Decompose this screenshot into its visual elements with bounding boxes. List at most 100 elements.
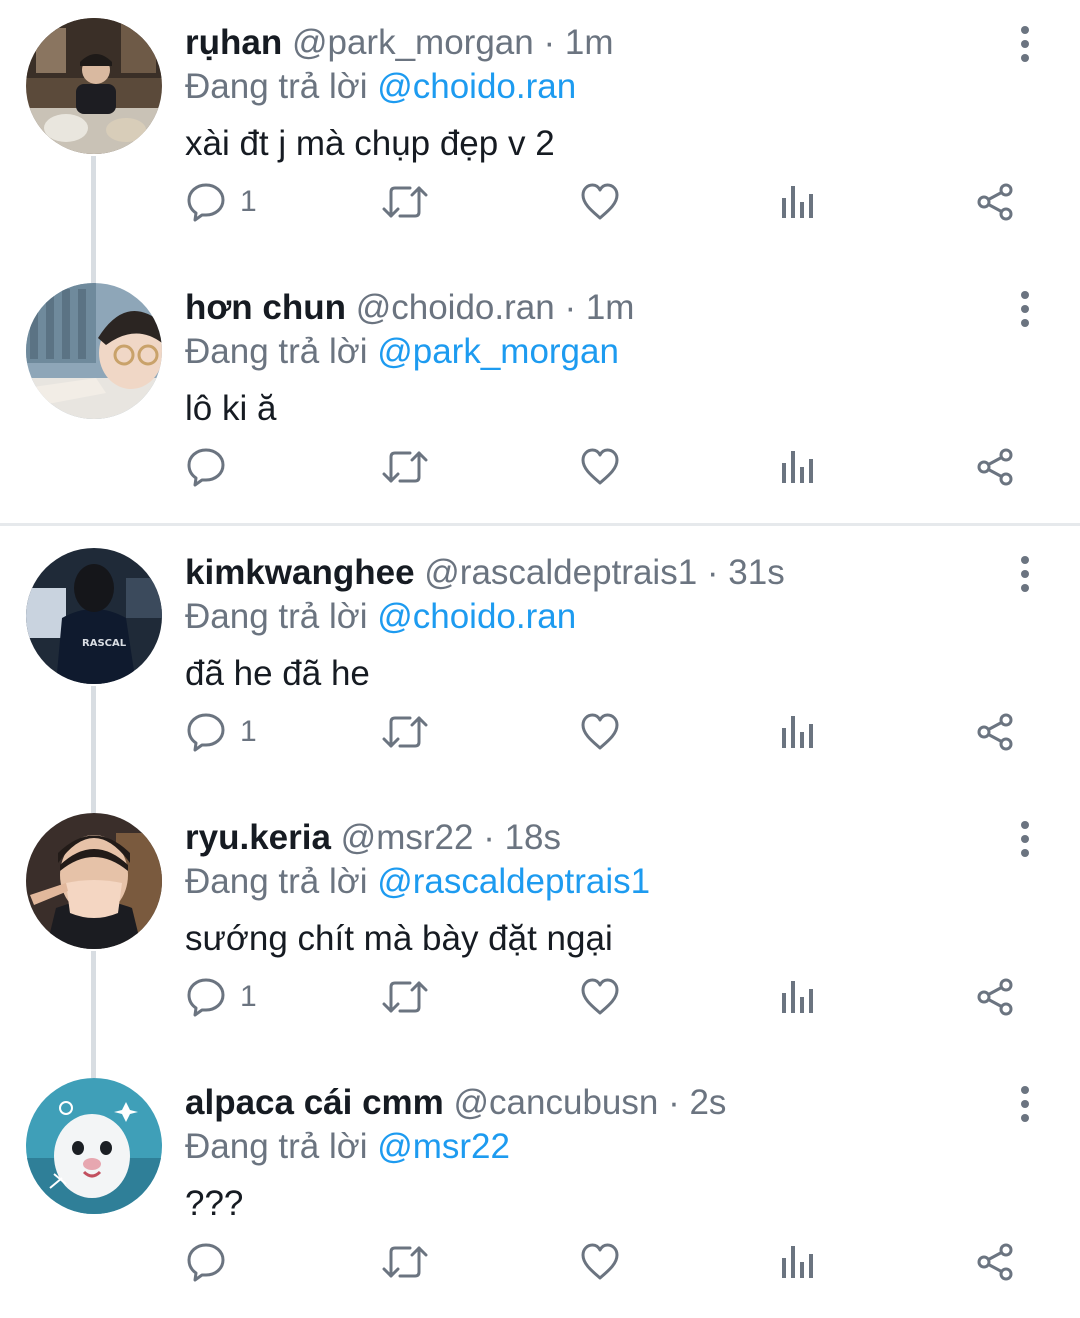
tweet-text: xài đt j mà chụp đẹp v 2	[185, 124, 555, 163]
reply-button[interactable]: 1	[186, 704, 257, 760]
avatar[interactable]	[26, 18, 162, 154]
tweet-header: ryu.keria @msr22 · 18s	[185, 817, 561, 859]
display-name[interactable]: rụhan	[185, 23, 282, 62]
reply-count: 1	[240, 715, 257, 748]
like-button[interactable]	[580, 174, 620, 230]
tweet[interactable]: RASCAL kimkwanghee @rascaldeptrais1 · 31…	[0, 530, 1080, 813]
view-stats-button[interactable]	[780, 704, 816, 760]
tweet-header: alpaca cái cmm @cancubusn · 2s	[185, 1082, 726, 1124]
separator-dot: ·	[668, 1083, 680, 1122]
share-button[interactable]	[975, 969, 1015, 1025]
display-name[interactable]: alpaca cái cmm	[185, 1083, 444, 1122]
user-handle[interactable]: @cancubusn	[454, 1083, 659, 1122]
more-vertical-icon	[1021, 26, 1029, 62]
share-button[interactable]	[975, 704, 1015, 760]
reply-to-handle[interactable]: @choido.ran	[377, 597, 576, 636]
thread-divider	[0, 523, 1080, 526]
like-button[interactable]	[580, 969, 620, 1025]
share-button[interactable]	[975, 439, 1015, 495]
reply-to-handle[interactable]: @park_morgan	[377, 332, 619, 371]
reply-button[interactable]: 1	[186, 969, 257, 1025]
tweet[interactable]: ryu.keria @msr22 · 18s Đang trả lời @ras…	[0, 795, 1080, 1078]
tweet-header: rụhan @park_morgan · 1m	[185, 22, 613, 64]
retweet-icon	[382, 1246, 428, 1278]
retweet-button[interactable]	[382, 1234, 428, 1290]
share-icon	[977, 978, 1013, 1016]
like-button[interactable]	[580, 439, 620, 495]
separator-dot: ·	[706, 553, 719, 592]
avatar[interactable]: RASCAL	[26, 548, 162, 684]
tweet[interactable]: rụhan @park_morgan · 1m Đang trả lời @ch…	[0, 0, 1080, 283]
view-stats-button[interactable]	[780, 439, 816, 495]
tweet-text: lô ki ă	[185, 389, 277, 428]
heart-icon	[581, 713, 619, 750]
retweet-icon	[382, 981, 428, 1013]
comment-icon	[187, 713, 225, 752]
reply-context: Đang trả lời @park_morgan	[185, 331, 619, 373]
retweet-button[interactable]	[382, 174, 428, 230]
reply-prefix: Đang trả lời	[185, 597, 368, 636]
reply-to-handle[interactable]: @choido.ran	[377, 67, 576, 106]
share-icon	[977, 183, 1013, 221]
avatar[interactable]	[26, 813, 162, 949]
reply-button[interactable]: 1	[186, 174, 257, 230]
bar-chart-icon	[782, 186, 813, 218]
separator-dot: ·	[483, 818, 495, 857]
retweet-icon	[382, 451, 428, 483]
avatar[interactable]	[26, 283, 162, 419]
view-stats-button[interactable]	[780, 174, 816, 230]
more-options-button[interactable]	[1008, 1084, 1042, 1124]
reply-prefix: Đang trả lời	[185, 67, 368, 106]
comment-icon	[187, 1243, 225, 1282]
avatar[interactable]	[26, 1078, 162, 1214]
more-options-button[interactable]	[1008, 819, 1042, 859]
like-button[interactable]	[580, 704, 620, 760]
display-name[interactable]: ryu.keria	[185, 818, 331, 857]
reply-context: Đang trả lời @choido.ran	[185, 596, 576, 638]
more-vertical-icon	[1021, 821, 1029, 857]
tweet[interactable]: alpaca cái cmm @cancubusn · 2s Đang trả …	[0, 1060, 1080, 1318]
share-button[interactable]	[975, 1234, 1015, 1290]
action-bar: 1	[0, 174, 1080, 230]
retweet-button[interactable]	[382, 439, 428, 495]
reply-prefix: Đang trả lời	[185, 862, 368, 901]
reply-count: 1	[240, 185, 257, 218]
reply-prefix: Đang trả lời	[185, 332, 368, 371]
reply-button[interactable]	[186, 439, 240, 495]
separator-dot: ·	[564, 288, 577, 327]
reply-to-handle[interactable]: @msr22	[377, 1127, 510, 1166]
display-name[interactable]: hơn chun	[185, 288, 346, 327]
user-handle[interactable]: @park_morgan	[292, 23, 534, 62]
timestamp: 1m	[585, 288, 635, 327]
user-handle[interactable]: @choido.ran	[356, 288, 555, 327]
more-vertical-icon	[1021, 556, 1029, 592]
bar-chart-icon	[782, 451, 813, 483]
tweet[interactable]: hơn chun @choido.ran · 1m Đang trả lời @…	[0, 265, 1080, 530]
more-vertical-icon	[1021, 291, 1029, 327]
user-handle[interactable]: @rascaldeptrais1	[424, 553, 697, 592]
retweet-button[interactable]	[382, 704, 428, 760]
reply-button[interactable]	[186, 1234, 240, 1290]
like-button[interactable]	[580, 1234, 620, 1290]
action-bar: 1	[0, 969, 1080, 1025]
view-stats-button[interactable]	[780, 969, 816, 1025]
view-stats-button[interactable]	[780, 1234, 816, 1290]
reply-count: 1	[240, 980, 257, 1013]
reply-to-handle[interactable]: @rascaldeptrais1	[377, 862, 650, 901]
more-options-button[interactable]	[1008, 554, 1042, 594]
retweet-icon	[382, 186, 428, 218]
bar-chart-icon	[782, 981, 813, 1013]
retweet-icon	[382, 716, 428, 748]
display-name[interactable]: kimkwanghee	[185, 553, 415, 592]
tweet-header: hơn chun @choido.ran · 1m	[185, 287, 634, 329]
more-vertical-icon	[1021, 1086, 1029, 1122]
share-button[interactable]	[975, 174, 1015, 230]
bar-chart-icon	[782, 1246, 813, 1278]
more-options-button[interactable]	[1008, 24, 1042, 64]
retweet-button[interactable]	[382, 969, 428, 1025]
more-options-button[interactable]	[1008, 289, 1042, 329]
user-handle[interactable]: @msr22	[341, 818, 474, 857]
tweet-text: ???	[185, 1184, 244, 1223]
reply-prefix: Đang trả lời	[185, 1127, 368, 1166]
bar-chart-icon	[782, 716, 813, 748]
